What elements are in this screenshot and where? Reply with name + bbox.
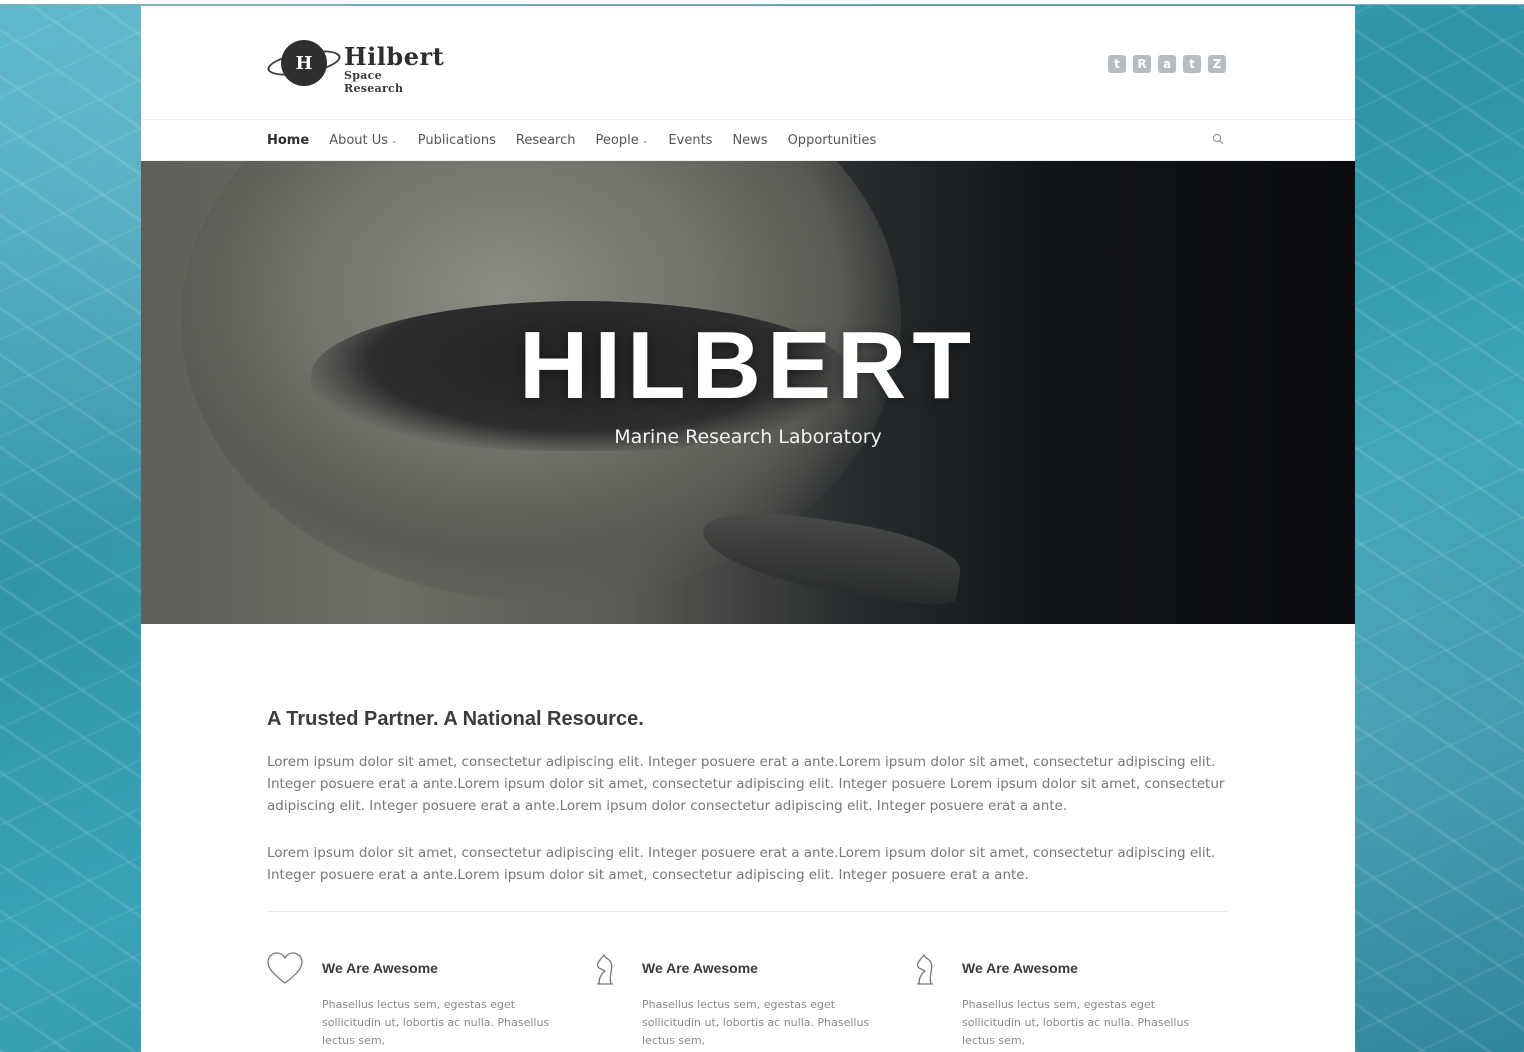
logo-letter: H bbox=[295, 52, 313, 74]
twitter-icon[interactable]: t bbox=[1183, 55, 1201, 73]
hero-subtitle: Marine Research Laboratory bbox=[614, 426, 882, 448]
nav-item-people[interactable]: People ⌄ bbox=[596, 133, 649, 148]
nav-label: Opportunities bbox=[787, 132, 877, 148]
feature-text: Phasellus lectus sem, egestas eget solli… bbox=[322, 998, 550, 1047]
chess-knight-icon bbox=[596, 953, 613, 985]
nav-item-news[interactable]: News bbox=[732, 133, 767, 148]
nav-label: Publications bbox=[417, 132, 496, 148]
zotero-icon[interactable]: Z bbox=[1208, 55, 1226, 73]
site-logo[interactable]: H Hilbert Space Research bbox=[265, 38, 445, 95]
intro-section: A Trusted Partner. A National Resource. … bbox=[141, 624, 1355, 1052]
hero-banner: HILBERT Marine Research Laboratory bbox=[141, 161, 1355, 624]
chevron-down-icon: ⌄ bbox=[641, 135, 649, 145]
logo-name: Hilbert bbox=[344, 42, 445, 71]
feature-text: Phasellus lectus sem, egestas eget solli… bbox=[642, 998, 870, 1047]
nav-label: Home bbox=[267, 132, 310, 148]
chess-knight-icon bbox=[916, 953, 933, 985]
nav-label: Research bbox=[515, 132, 576, 148]
nav-item-opportunities[interactable]: Opportunities bbox=[788, 133, 877, 148]
nav-item-events[interactable]: Events bbox=[668, 133, 712, 148]
feature-card: We Are Awesome Phasellus lectus sem, ege… bbox=[587, 952, 907, 1052]
heart-icon bbox=[267, 952, 303, 984]
feature-card: We Are Awesome Phasellus lectus sem, ege… bbox=[907, 952, 1227, 1052]
section-divider bbox=[267, 911, 1227, 912]
features-row: We Are Awesome Phasellus lectus sem, ege… bbox=[267, 952, 1227, 1052]
social-links: t R a t Z bbox=[1108, 55, 1226, 73]
nav-item-about-us[interactable]: About Us ⌄ bbox=[329, 133, 398, 148]
browser-top-edge bbox=[0, 0, 1524, 5]
site-header: H Hilbert Space Research t R a t Z bbox=[141, 6, 1355, 120]
search-icon[interactable] bbox=[1212, 133, 1224, 145]
feature-title: We Are Awesome bbox=[962, 960, 1078, 976]
logo-tagline: Space Research bbox=[344, 69, 404, 95]
nav-label: About Us bbox=[329, 132, 389, 148]
nav-label: Events bbox=[668, 132, 713, 148]
feature-card: We Are Awesome Phasellus lectus sem, ege… bbox=[267, 952, 587, 1052]
shark-photo-fin bbox=[697, 503, 965, 609]
hero-title: HILBERT bbox=[519, 312, 977, 419]
feature-title: We Are Awesome bbox=[322, 960, 438, 976]
academia-icon[interactable]: a bbox=[1158, 55, 1176, 73]
page-container: H Hilbert Space Research t R a t Z Home … bbox=[141, 6, 1355, 1052]
feature-text: Phasellus lectus sem, egestas eget solli… bbox=[962, 998, 1190, 1047]
nav-item-research[interactable]: Research bbox=[516, 133, 576, 148]
intro-paragraph: Lorem ipsum dolor sit amet, consectetur … bbox=[267, 754, 1225, 814]
intro-heading: A Trusted Partner. A National Resource. bbox=[267, 708, 644, 730]
logo-badge: H bbox=[281, 40, 327, 86]
nav-item-publications[interactable]: Publications bbox=[418, 133, 496, 148]
twitter-icon[interactable]: t bbox=[1108, 55, 1126, 73]
researchgate-icon[interactable]: R bbox=[1133, 55, 1151, 73]
ocean-background-left bbox=[0, 0, 141, 1052]
main-navigation: Home About Us ⌄ Publications Research Peo… bbox=[141, 120, 1355, 161]
nav-label: News bbox=[732, 132, 768, 148]
ocean-background-right bbox=[1355, 0, 1524, 1052]
feature-title: We Are Awesome bbox=[642, 960, 758, 976]
nav-item-home[interactable]: Home bbox=[267, 133, 309, 148]
chevron-down-icon: ⌄ bbox=[391, 135, 398, 145]
intro-paragraph: Lorem ipsum dolor sit amet, consectetur … bbox=[267, 845, 1216, 883]
nav-label: People bbox=[595, 132, 639, 148]
